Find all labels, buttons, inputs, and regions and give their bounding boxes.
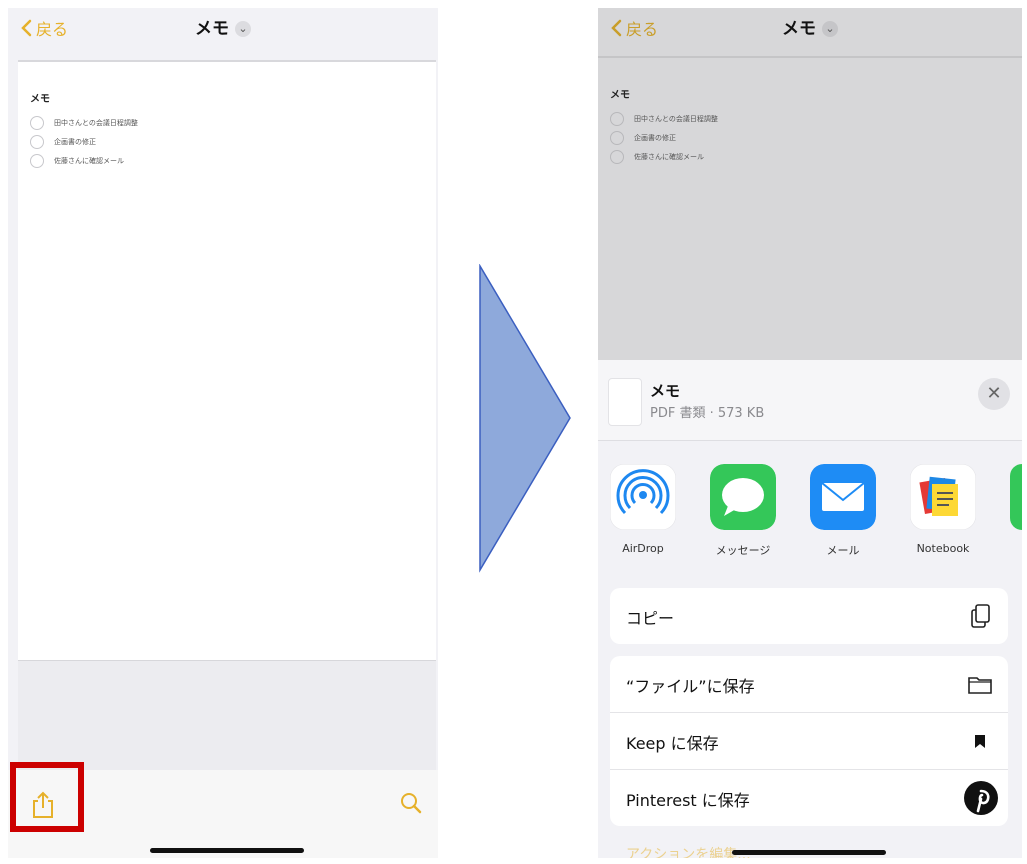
dimmed-background: 戻る メモ ⌄ メモ 田中さんとの会議日程調整 企画書の修正 佐藤さんに確認メール <box>598 8 1022 360</box>
share-app-notebook[interactable]: Notebook <box>909 463 977 555</box>
share-app-mail[interactable]: メール <box>810 464 876 558</box>
folder-icon <box>968 677 992 694</box>
share-sheet-screen: 戻る メモ ⌄ メモ 田中さんとの会議日程調整 企画書の修正 佐藤さんに確認メール… <box>598 8 1022 858</box>
chevron-down-icon[interactable]: ⌄ <box>822 21 838 37</box>
checkbox-circle-icon[interactable] <box>30 154 44 168</box>
file-thumbnail <box>608 378 642 426</box>
copy-action[interactable]: コピー <box>610 588 1008 644</box>
copy-group: コピー <box>610 588 1008 644</box>
nav-bar: 戻る メモ ⌄ <box>8 8 438 56</box>
actions-group: “ファイル”に保存 Keep に保存 Pinterest に保存 <box>610 656 1008 826</box>
share-app-airdrop[interactable]: AirDrop <box>609 463 677 555</box>
checkbox-circle-icon[interactable] <box>30 116 44 130</box>
nav-bar: 戻る メモ ⌄ <box>598 8 1022 56</box>
copy-icon <box>971 604 990 628</box>
bookmark-icon <box>975 735 985 748</box>
right-arrow-icon <box>479 264 571 573</box>
checkbox-circle-icon[interactable] <box>30 135 44 149</box>
airdrop-icon <box>609 463 677 531</box>
share-app-partial[interactable] <box>1010 464 1022 530</box>
checklist-item: 佐藤さんに確認メール <box>610 150 704 164</box>
note-document: メモ 田中さんとの会議日程調整 企画書の修正 佐藤さんに確認メール <box>598 56 1022 362</box>
checklist-item[interactable]: 企画書の修正 <box>30 135 96 149</box>
close-button[interactable]: ✕ <box>978 378 1010 410</box>
home-indicator <box>150 848 304 853</box>
page-gap <box>18 660 436 771</box>
checklist-item[interactable]: 田中さんとの会議日程調整 <box>30 116 138 130</box>
save-to-files-action[interactable]: “ファイル”に保存 <box>610 656 1008 713</box>
home-indicator <box>732 850 886 855</box>
save-to-keep-action[interactable]: Keep に保存 <box>610 713 1008 770</box>
pinterest-icon <box>964 781 998 815</box>
file-name: メモ <box>650 382 681 400</box>
chevron-down-icon[interactable]: ⌄ <box>235 21 251 37</box>
page-title[interactable]: メモ ⌄ <box>598 14 1022 39</box>
note-heading: メモ <box>610 90 630 101</box>
note-document: メモ 田中さんとの会議日程調整 企画書の修正 佐藤さんに確認メール <box>18 60 436 662</box>
checklist-item[interactable]: 佐藤さんに確認メール <box>30 154 124 168</box>
checklist-item: 企画書の修正 <box>610 131 676 145</box>
messages-icon <box>710 464 776 530</box>
share-app-messages[interactable]: メッセージ <box>710 464 776 558</box>
search-icon[interactable] <box>400 792 422 814</box>
checkbox-circle-icon <box>610 112 624 126</box>
checkbox-circle-icon <box>610 131 624 145</box>
note-heading: メモ <box>30 94 50 105</box>
page-title[interactable]: メモ ⌄ <box>8 14 438 39</box>
notes-screen: 戻る メモ ⌄ メモ 田中さんとの会議日程調整 企画書の修正 佐藤さんに確認メール <box>8 8 438 858</box>
mail-icon <box>810 464 876 530</box>
file-meta: PDF 書類 · 573 KB <box>650 406 765 421</box>
share-sheet-header: メモ PDF 書類 · 573 KB ✕ <box>598 360 1022 441</box>
save-to-pinterest-action[interactable]: Pinterest に保存 <box>610 770 1008 826</box>
share-sheet: メモ PDF 書類 · 573 KB ✕ AirDrop メッセージ メール N… <box>598 360 1022 858</box>
checkbox-circle-icon <box>610 150 624 164</box>
checklist-item: 田中さんとの会議日程調整 <box>610 112 718 126</box>
notebook-icon <box>909 463 977 531</box>
share-highlight-box <box>10 762 84 832</box>
